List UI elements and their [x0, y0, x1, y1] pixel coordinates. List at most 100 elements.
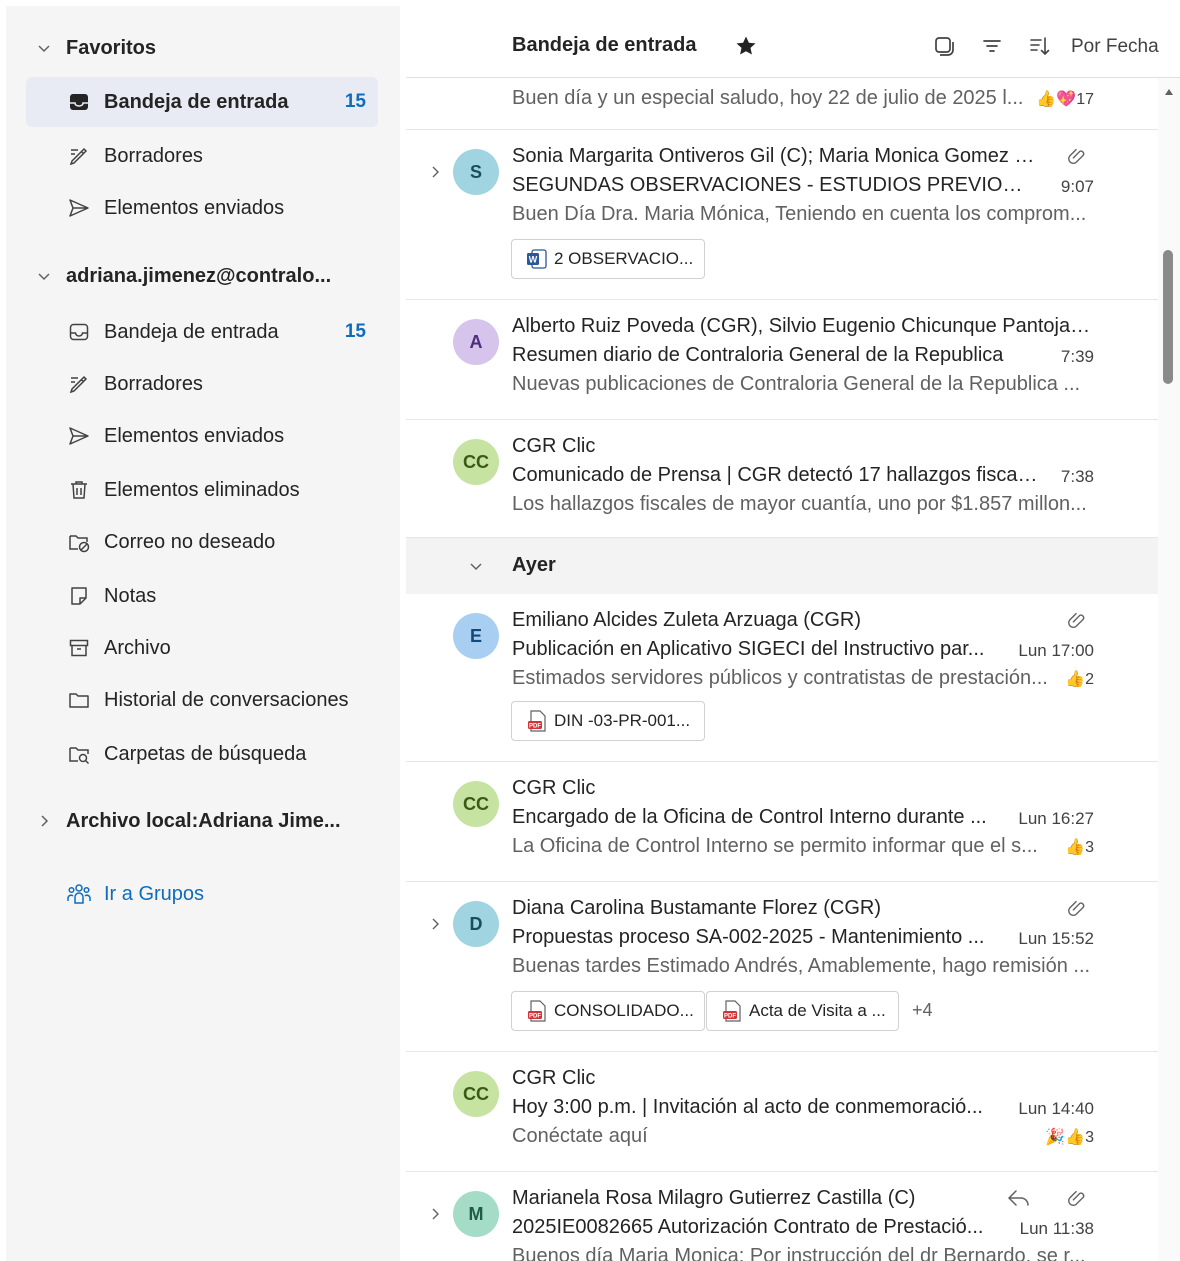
message-time: 7:39 [1060, 347, 1094, 366]
account-junk[interactable]: Correo no deseado [26, 517, 378, 567]
message-sender: Alberto Ruiz Poveda (CGR), Silvio Eugeni… [512, 315, 1094, 337]
star-icon[interactable] [734, 34, 758, 58]
attachment-chip[interactable]: PDF CONSOLIDADO... [511, 991, 705, 1031]
folder-label: Borradores [104, 144, 203, 167]
message-preview: Buen Día Dra. Maria Mónica, Teniendo en … [512, 203, 1087, 225]
note-icon [66, 583, 92, 609]
list-title: Bandeja de entrada [512, 34, 697, 56]
word-file-icon: W [527, 249, 547, 269]
reactions[interactable]: 🎉👍3 [1045, 1127, 1094, 1147]
message-subject: SEGUNDAS OBSERVACIONES - ESTUDIOS PREVIO… [512, 174, 1026, 196]
chevron-right-icon[interactable] [428, 165, 442, 179]
attachment-icon [1068, 148, 1085, 165]
reactions[interactable]: 👍2 [1065, 669, 1094, 689]
message-row[interactable]: CC CGR Clic Comunicado de Prensa | CGR d… [406, 420, 1158, 538]
pdf-file-icon: PDF [723, 1000, 741, 1022]
favorites-header[interactable]: Favoritos [6, 28, 400, 68]
folder-label: Bandeja de entrada [104, 90, 289, 113]
folder-label: Elementos enviados [104, 424, 285, 447]
account-search-folders[interactable]: Carpetas de búsqueda [26, 729, 378, 779]
attachment-chip[interactable]: PDF DIN -03-PR-001... [511, 701, 705, 741]
more-attachments[interactable]: +4 [912, 1000, 933, 1021]
account-notes[interactable]: Notas [26, 571, 378, 621]
chevron-right-icon[interactable] [428, 1207, 442, 1221]
message-sender: Emiliano Alcides Zuleta Arzuaga (CGR) [512, 609, 862, 631]
account-sent[interactable]: Elementos enviados [26, 411, 378, 461]
chevron-down-icon [470, 563, 482, 571]
attachment-chip[interactable]: W 2 OBSERVACIO... [511, 239, 705, 279]
folder-label: Correo no deseado [104, 530, 276, 553]
avatar: S [453, 149, 499, 195]
account-drafts[interactable]: Borradores [26, 359, 378, 409]
groups-label: Ir a Grupos [104, 882, 205, 905]
scroll-up-arrow-icon[interactable] [1164, 88, 1174, 96]
message-time: Lun 11:38 [1019, 1219, 1094, 1238]
archive-icon [66, 635, 92, 661]
group-header-ayer[interactable]: Ayer [406, 538, 1158, 594]
chevron-right-icon[interactable] [428, 917, 442, 931]
message-row[interactable]: S Sonia Margarita Ontiveros Gil (C); Mar… [406, 130, 1158, 300]
favorites-sent[interactable]: Elementos enviados [26, 183, 378, 233]
message-preview: Conéctate aquí [512, 1125, 648, 1147]
sort-icon[interactable] [1028, 34, 1052, 58]
message-subject: Publicación en Aplicativo SIGECI del Ins… [512, 638, 985, 660]
favorites-inbox[interactable]: Bandeja de entrada 15 [26, 77, 378, 127]
message-preview: Buen día y un especial saludo, hoy 22 de… [512, 87, 1024, 109]
go-to-groups-link[interactable]: Ir a Grupos [26, 869, 378, 919]
sort-by-date-button[interactable]: Por Fecha [1071, 36, 1159, 58]
select-mode-icon[interactable] [932, 34, 956, 58]
message-row[interactable]: M Marianela Rosa Milagro Gutierrez Casti… [406, 1172, 1158, 1261]
message-sender: Marianela Rosa Milagro Gutierrez Castill… [512, 1187, 916, 1209]
message-preview: La Oficina de Control Interno se permito… [512, 835, 1038, 857]
inbox-filled-icon [66, 89, 92, 115]
account-header[interactable]: adriana.jimenez@contralo... [6, 256, 400, 296]
message-time: Lun 15:52 [1018, 929, 1094, 948]
folder-label: Bandeja de entrada [104, 320, 279, 343]
group-label: Ayer [512, 554, 556, 576]
account-deleted[interactable]: Elementos eliminados [26, 465, 378, 515]
account-inbox[interactable]: Bandeja de entrada 15 [26, 307, 378, 357]
message-time: 9:07 [1060, 177, 1094, 196]
search-folder-icon [66, 741, 92, 767]
reactions[interactable]: 👍💖17 [1036, 89, 1094, 109]
reaction-icons: 👍 [1065, 839, 1086, 856]
message-subject: Propuestas proceso SA-002-2025 - Manteni… [512, 926, 985, 948]
folder-label: Elementos enviados [104, 196, 285, 219]
list-scrollbar[interactable] [1158, 78, 1180, 1261]
reactions[interactable]: 👍3 [1065, 837, 1094, 857]
folder-pane: Favoritos Bandeja de entrada 15 Borrador… [6, 6, 400, 1261]
unread-count: 15 [344, 91, 366, 112]
pdf-file-icon: PDF [528, 1000, 546, 1022]
attachment-chip[interactable]: PDF Acta de Visita a ... [706, 991, 899, 1031]
message-row[interactable]: A Alberto Ruiz Poveda (CGR), Silvio Euge… [406, 300, 1158, 420]
message-time: Lun 14:40 [1018, 1099, 1094, 1118]
scrollbar-thumb[interactable] [1163, 250, 1173, 384]
message-preview: Los hallazgos fiscales de mayor cuantía,… [512, 493, 1087, 515]
favorites-title: Favoritos [66, 36, 157, 59]
message-subject: 2025IE0082665 Autorización Contrato de P… [512, 1216, 984, 1238]
message-row[interactable]: D Diana Carolina Bustamante Florez (CGR)… [406, 882, 1158, 1052]
message-subject: Resumen diario de Contraloria General de… [512, 344, 1004, 366]
message-time: 7:38 [1060, 467, 1094, 486]
favorites-drafts[interactable]: Borradores [26, 131, 378, 181]
reply-icon [1007, 1190, 1029, 1206]
local-archive-header[interactable]: Archivo local:Adriana Jime... [6, 801, 400, 841]
reaction-icons: 👍💖 [1036, 91, 1077, 108]
filter-icon[interactable] [980, 34, 1004, 58]
attachment-icon [1068, 612, 1085, 629]
account-archive[interactable]: Archivo [26, 623, 378, 673]
message-row[interactable]: E Emiliano Alcides Zuleta Arzuaga (CGR) … [406, 594, 1158, 762]
folder-label: Elementos eliminados [104, 478, 300, 501]
message-row[interactable]: CC CGR Clic Encargado de la Oficina de C… [406, 762, 1158, 882]
message-subject: Comunicado de Prensa | CGR detectó 17 ha… [512, 464, 1038, 486]
local-archive-title: Archivo local:Adriana Jime... [66, 809, 341, 832]
avatar: D [453, 901, 499, 947]
message-preview: Estimados servidores públicos y contrati… [512, 667, 1048, 689]
attachment-name: Acta de Visita a ... [749, 1001, 886, 1020]
unread-count: 15 [344, 321, 366, 342]
message-row[interactable]: CC CGR Clic Hoy 3:00 p.m. | Invitación a… [406, 1052, 1158, 1172]
account-conversation-history[interactable]: Historial de conversaciones [26, 675, 378, 725]
message-time: Lun 17:00 [1018, 641, 1094, 660]
svg-text:PDF: PDF [529, 724, 541, 730]
svg-text:PDF: PDF [529, 1014, 541, 1020]
